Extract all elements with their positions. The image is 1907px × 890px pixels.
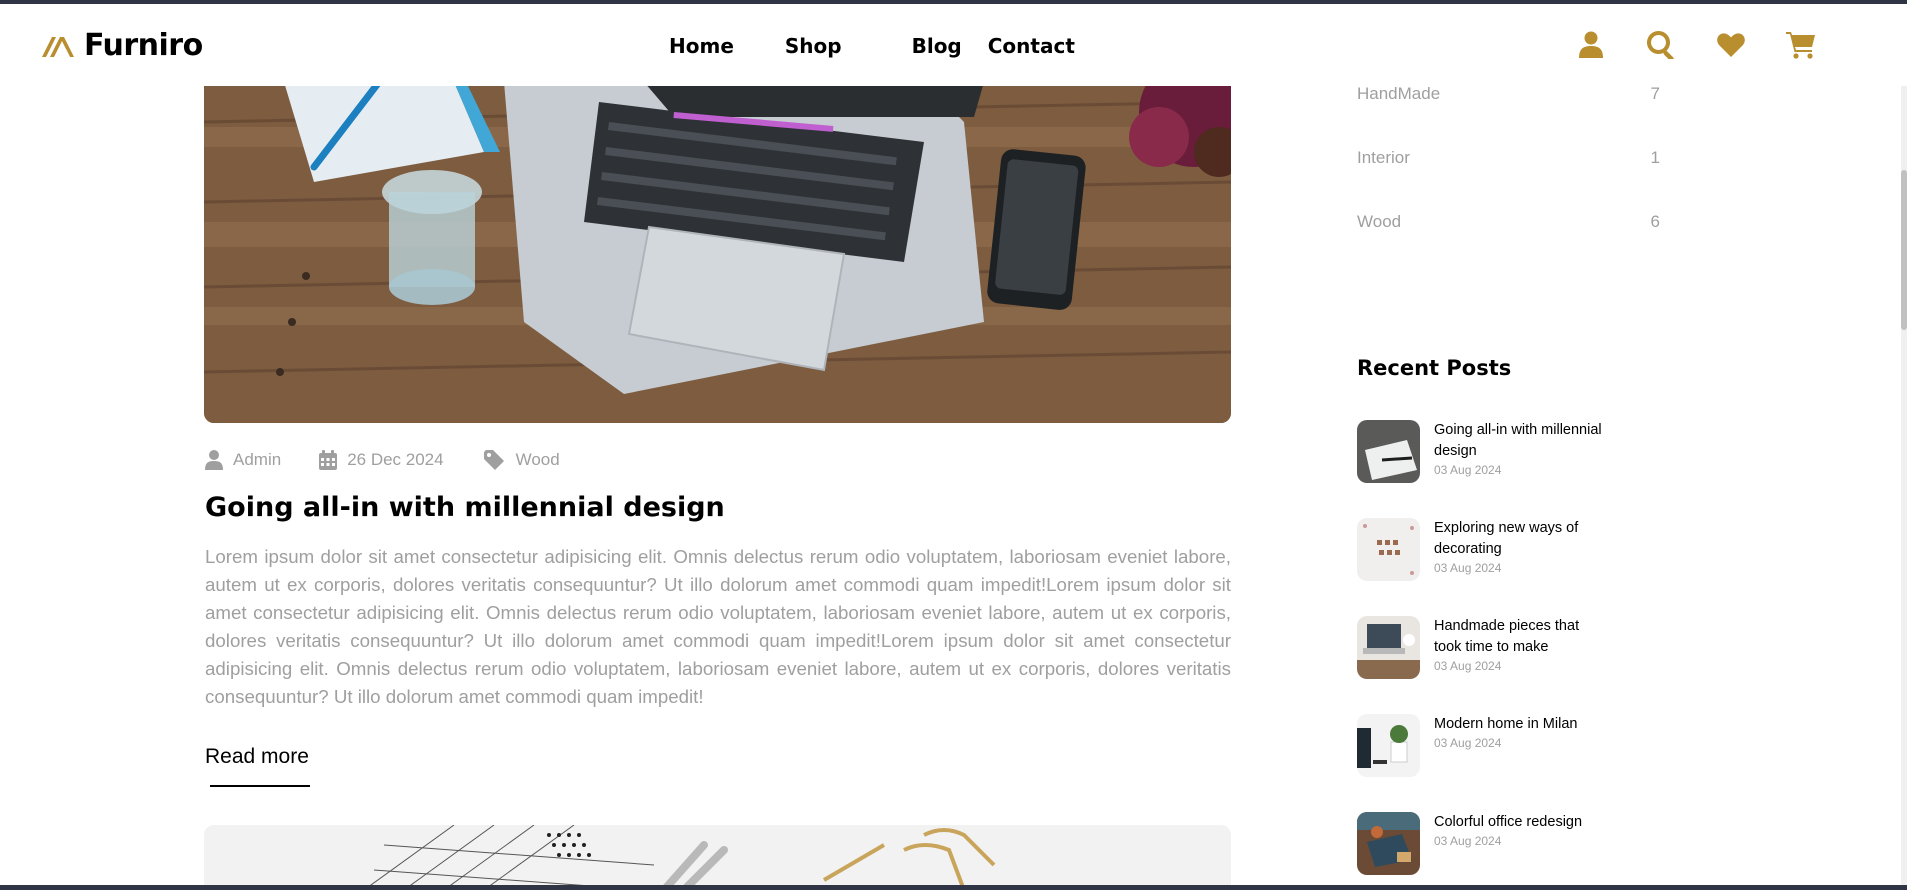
recent-post-date: 03 Aug 2024: [1434, 463, 1502, 477]
recent-post-thumbnail[interactable]: [1357, 420, 1420, 483]
post-tag: Wood: [483, 450, 560, 470]
heart-icon[interactable]: [1716, 30, 1746, 60]
recent-post[interactable]: Handmade pieces that took time to make 0…: [1357, 616, 1604, 714]
logo-mark-icon: [42, 36, 74, 57]
post-date: 26 Dec 2024: [319, 450, 444, 470]
recent-post-date: 03 Aug 2024: [1434, 834, 1502, 848]
read-more-underline: [210, 785, 310, 787]
recent-posts-heading: Recent Posts: [1357, 356, 1512, 380]
category-row[interactable]: Interior 1: [1357, 148, 1660, 212]
category-row[interactable]: HandMade 7: [1357, 84, 1660, 148]
recent-post-thumbnail[interactable]: [1357, 714, 1420, 777]
recent-post[interactable]: Going all-in with millennial design 03 A…: [1357, 420, 1604, 518]
recent-post-date: 03 Aug 2024: [1434, 736, 1502, 750]
logo-text: Furniro: [84, 28, 203, 63]
recent-post-title[interactable]: Modern home in Milan: [1434, 714, 1604, 735]
recent-post-title[interactable]: Exploring new ways of decorating: [1434, 518, 1604, 560]
logo[interactable]: Furniro: [40, 28, 203, 63]
category-row[interactable]: Wood 6: [1357, 212, 1660, 276]
nav-contact[interactable]: Contact: [988, 34, 1075, 58]
recent-post-date: 03 Aug 2024: [1434, 561, 1502, 575]
nav-blog[interactable]: Blog: [912, 34, 962, 58]
calendar-icon: [319, 450, 338, 470]
recent-post-title[interactable]: Handmade pieces that took time to make: [1434, 616, 1604, 658]
header-actions: [1576, 30, 1816, 60]
main-nav: Home Shop Blog Contact: [669, 34, 1075, 58]
category-count: 7: [1650, 84, 1660, 103]
recent-post[interactable]: Exploring new ways of decorating 03 Aug …: [1357, 518, 1604, 616]
category-name: Wood: [1357, 212, 1402, 231]
recent-post-title[interactable]: Colorful office redesign: [1434, 812, 1604, 833]
read-more-link[interactable]: Read more: [205, 745, 309, 769]
post-excerpt: Lorem ipsum dolor sit amet consectetur a…: [205, 546, 1231, 707]
category-count: 1: [1650, 148, 1660, 167]
nav-shop[interactable]: Shop: [785, 34, 842, 58]
recent-post-thumbnail[interactable]: [1357, 518, 1420, 581]
recent-post[interactable]: Modern home in Milan 03 Aug 2024: [1357, 714, 1604, 812]
user-icon: [205, 450, 223, 470]
post-meta: Admin 26 Dec 2024 Wood: [205, 450, 560, 470]
post-image: [204, 82, 1231, 423]
recent-post-date: 03 Aug 2024: [1434, 659, 1502, 673]
categories-list: HandMade 7 Interior 1 Wood 6: [1357, 84, 1660, 276]
post-author: Admin: [205, 450, 281, 470]
post-author-name: Admin: [233, 450, 282, 469]
scrollbar-thumb[interactable]: [1901, 170, 1907, 330]
post-tag-text[interactable]: Wood: [516, 450, 560, 470]
next-post-image: [204, 825, 1231, 890]
search-icon[interactable]: [1646, 30, 1676, 60]
category-name: HandMade: [1357, 84, 1441, 103]
post-date-text: 26 Dec 2024: [347, 450, 444, 469]
site-header: Furniro Home Shop Blog Contact: [0, 4, 1907, 86]
recent-posts-list: Going all-in with millennial design 03 A…: [1357, 420, 1604, 890]
recent-post[interactable]: Colorful office redesign 03 Aug 2024: [1357, 812, 1604, 890]
browser-bottom-strip: [0, 885, 1907, 890]
post-title[interactable]: Going all-in with millennial design: [205, 492, 725, 523]
recent-post-thumbnail[interactable]: [1357, 812, 1420, 875]
recent-post-thumbnail[interactable]: [1357, 616, 1420, 679]
category-name: Interior: [1357, 148, 1410, 167]
user-icon[interactable]: [1576, 30, 1606, 60]
category-count: 6: [1650, 212, 1660, 231]
cart-icon[interactable]: [1786, 30, 1816, 60]
tag-icon: [483, 450, 504, 470]
nav-home[interactable]: Home: [669, 34, 734, 58]
recent-post-title[interactable]: Going all-in with millennial design: [1434, 420, 1604, 462]
